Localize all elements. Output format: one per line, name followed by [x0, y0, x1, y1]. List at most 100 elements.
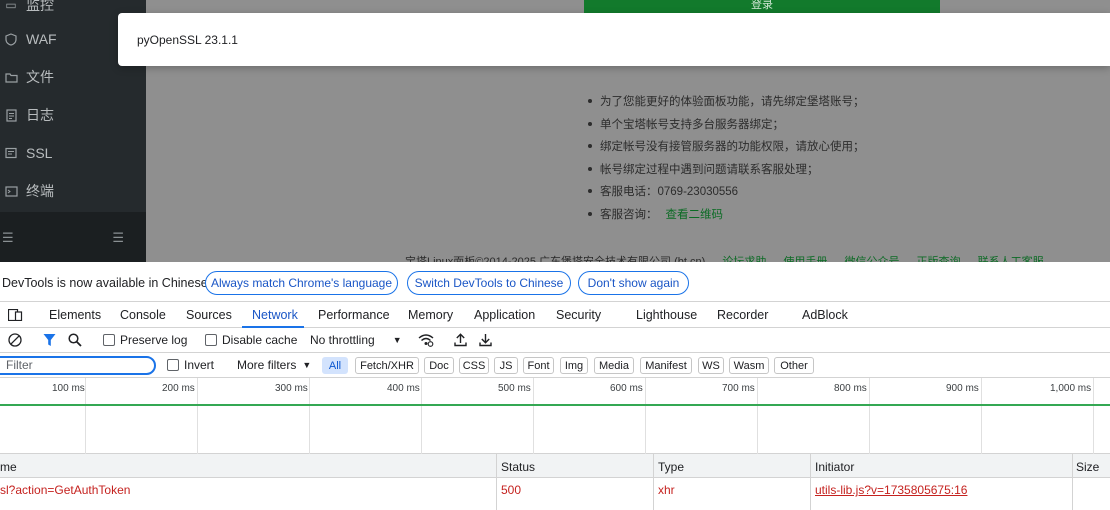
preserve-log-checkbox[interactable]: Preserve log [103, 333, 187, 347]
footer-link-manual[interactable]: 使用手册 [783, 253, 827, 262]
footer-link-verify[interactable]: 正版查询 [917, 253, 961, 262]
bullet-icon [588, 189, 592, 194]
tab-elements[interactable]: Elements [49, 308, 101, 322]
network-conditions-icon[interactable] [418, 333, 434, 347]
throttling-select[interactable]: No throttling ▼ [310, 333, 402, 347]
tab-security[interactable]: Security [556, 308, 601, 322]
checkbox-box[interactable] [167, 359, 179, 371]
column-name[interactable]: me [0, 460, 17, 474]
load-event-line [0, 404, 1110, 406]
login-button[interactable]: 登录 [584, 0, 940, 13]
timeline-gridline [869, 378, 870, 454]
menu-icon[interactable]: ☰ [2, 230, 14, 246]
language-infobar: DevTools is now available in Chinese! Al… [0, 262, 1110, 302]
view-qrcode-link[interactable]: 查看二维码 [666, 206, 724, 222]
tab-performance[interactable]: Performance [318, 308, 390, 322]
bullet-icon [588, 144, 592, 149]
web-page: ▭ 监控 WAF 文件 日志 SSL 终端 ☰ ☰ 登录 为了您能更好的体验面板… [0, 0, 1110, 262]
sidebar-item-terminal[interactable]: 终端 [0, 172, 146, 210]
timeline-gridline [85, 378, 86, 454]
monitor-icon: ▭ [5, 0, 17, 12]
timeline-tick-label: 600 ms [610, 383, 643, 394]
tip-item: 帐号绑定过程中遇到问题请联系客服处理； [588, 158, 865, 181]
filter-chip-img[interactable]: Img [560, 357, 588, 374]
network-overview-timeline[interactable]: 100 ms 200 ms 300 ms 400 ms 500 ms 600 m… [0, 378, 1110, 454]
timeline-gridline [1093, 378, 1094, 454]
timeline-gridline [981, 378, 982, 454]
filter-chip-font[interactable]: Font [523, 357, 554, 374]
infobar-message: DevTools is now available in Chinese! [2, 276, 212, 290]
tab-network[interactable]: Network [252, 308, 298, 322]
column-size[interactable]: Size [1076, 460, 1099, 474]
filter-chip-fetch-xhr[interactable]: Fetch/XHR [355, 357, 419, 374]
search-icon[interactable] [68, 333, 82, 347]
column-initiator[interactable]: Initiator [815, 460, 854, 474]
timeline-gridline [645, 378, 646, 454]
tip-item: 单个宝塔帐号支持多台服务器绑定； [588, 113, 865, 136]
sidebar-item-logs[interactable]: 日志 [0, 96, 146, 134]
tip-item: 客服咨询： 查看二维码 [588, 203, 865, 226]
footer-link-support[interactable]: 联系人工客服 [978, 253, 1044, 262]
bullet-icon [588, 121, 592, 126]
timeline-gridline [757, 378, 758, 454]
tab-memory[interactable]: Memory [408, 308, 453, 322]
menu-collapse-icon[interactable]: ☰ [112, 230, 124, 246]
bullet-icon [588, 166, 592, 171]
tab-application[interactable]: Application [474, 308, 535, 322]
footer-link-forum[interactable]: 论坛求助 [722, 253, 766, 262]
filter-input[interactable]: Filter [0, 356, 156, 375]
tab-sources[interactable]: Sources [186, 308, 232, 322]
clear-icon[interactable] [8, 333, 22, 347]
chevron-down-icon: ▼ [302, 360, 312, 370]
filter-chip-css[interactable]: CSS [459, 357, 489, 374]
timeline-tick-label: 700 ms [722, 383, 755, 394]
filter-chip-ws[interactable]: WS [698, 357, 724, 374]
network-toolbar: Preserve log Disable cache No throttling… [0, 328, 1110, 353]
log-icon [2, 108, 20, 122]
sidebar-item-label: SSL [26, 145, 53, 161]
filter-icon[interactable] [43, 333, 56, 347]
tab-recorder[interactable]: Recorder [717, 308, 768, 322]
export-har-icon[interactable] [479, 333, 492, 347]
more-filters-dropdown[interactable]: More filters ▼ [237, 358, 311, 372]
sidebar-item-label: 监控 [26, 0, 54, 13]
sidebar-item-ssl[interactable]: SSL [0, 134, 146, 172]
column-status[interactable]: Status [501, 460, 535, 474]
request-name[interactable]: sl?action=GetAuthToken [0, 483, 130, 497]
account-binding-tips: 为了您能更好的体验面板功能，请先绑定堡塔账号； 单个宝塔帐号支持多台服务器绑定；… [588, 90, 865, 225]
tab-lighthouse[interactable]: Lighthouse [636, 308, 697, 322]
column-type[interactable]: Type [658, 460, 684, 474]
bullet-icon [588, 99, 592, 104]
tab-console[interactable]: Console [120, 308, 166, 322]
filter-chip-media[interactable]: Media [594, 357, 634, 374]
checkbox-box[interactable] [205, 334, 217, 346]
request-type: xhr [658, 483, 675, 497]
filter-chip-manifest[interactable]: Manifest [640, 357, 692, 374]
table-row[interactable]: sl?action=GetAuthToken 500 xhr utils-lib… [0, 478, 1110, 500]
bullet-icon [588, 211, 592, 216]
checkbox-box[interactable] [103, 334, 115, 346]
filter-chip-doc[interactable]: Doc [424, 357, 454, 374]
timeline-tick-label: 300 ms [275, 383, 308, 394]
import-har-icon[interactable] [454, 333, 467, 347]
tip-item: 为了您能更好的体验面板功能，请先绑定堡塔账号； [588, 90, 865, 113]
tab-adblock[interactable]: AdBlock [802, 308, 848, 322]
device-toolbar-icon[interactable] [7, 308, 23, 322]
footer-copyright: 宝塔Linux面板©2014-2025 广东堡塔安全技术有限公司 (bt.cn) [405, 256, 706, 262]
request-initiator-link[interactable]: utils-lib.js?v=1735805675:16 [815, 483, 967, 497]
filter-chip-other[interactable]: Other [774, 357, 814, 374]
timeline-tick-label: 100 ms [52, 383, 85, 394]
footer-link-wechat[interactable]: 微信公众号 [844, 253, 899, 262]
tip-item: 绑定帐号没有接管服务器的功能权限，请放心使用； [588, 135, 865, 158]
invert-checkbox[interactable]: Invert [167, 358, 214, 372]
filter-chip-wasm[interactable]: Wasm [729, 357, 769, 374]
disable-cache-checkbox[interactable]: Disable cache [205, 333, 297, 347]
page-footer: 宝塔Linux面板©2014-2025 广东堡塔安全技术有限公司 (bt.cn)… [405, 253, 1110, 262]
filter-chip-all[interactable]: All [322, 357, 348, 374]
filter-bar: Filter Invert More filters ▼ All Fetch/X… [0, 353, 1110, 378]
dont-show-again-button[interactable]: Don't show again [578, 271, 689, 295]
switch-to-chinese-button[interactable]: Switch DevTools to Chinese [407, 271, 571, 295]
match-chrome-language-button[interactable]: Always match Chrome's language [205, 271, 398, 295]
filter-chip-js[interactable]: JS [494, 357, 518, 374]
timeline-gridline [533, 378, 534, 454]
